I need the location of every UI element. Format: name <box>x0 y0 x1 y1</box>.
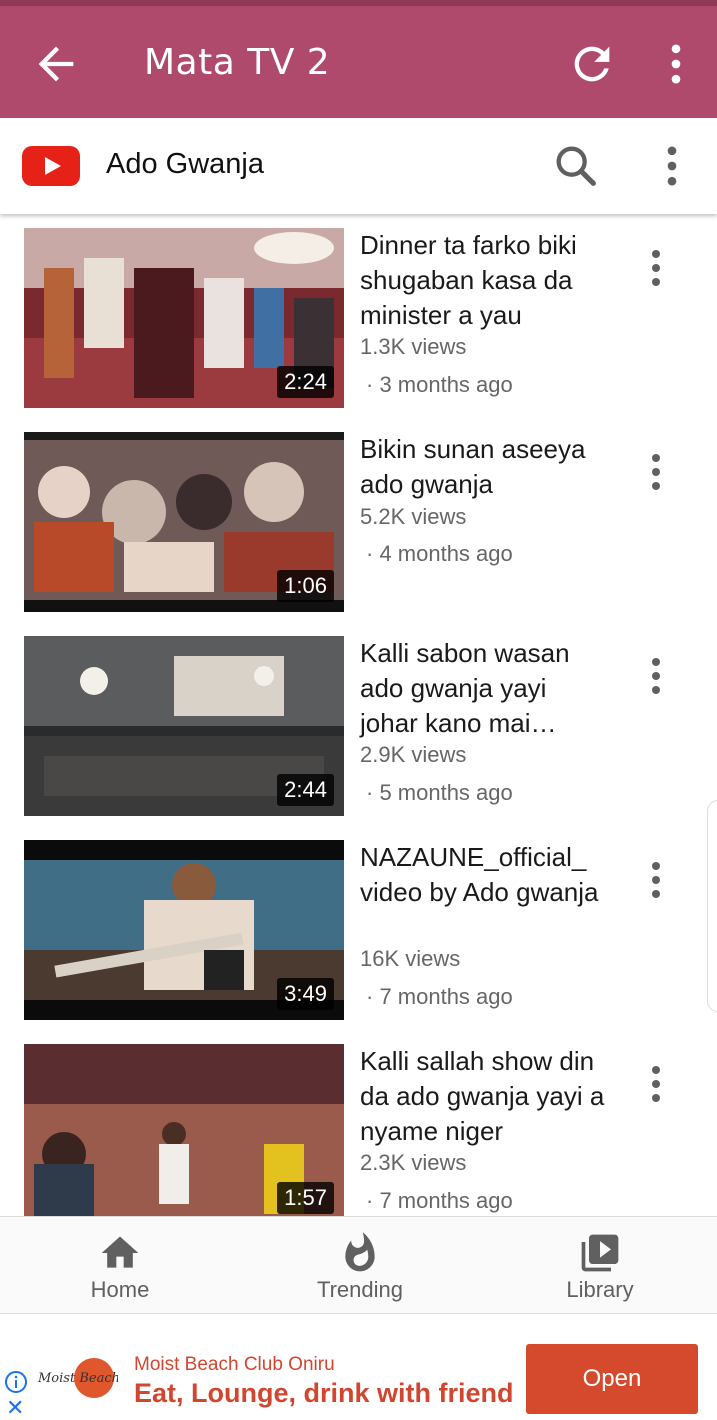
video-thumbnail[interactable]: 2:24 <box>24 228 344 408</box>
video-title[interactable]: Bikin sunan aseeya ado gwanja <box>360 432 610 502</box>
video-more-icon[interactable] <box>632 448 680 496</box>
video-item[interactable]: 1:06 Bikin sunan aseeya ado gwanja 5.2K … <box>0 418 717 622</box>
nav-home[interactable]: Home <box>40 1217 200 1313</box>
video-thumbnail[interactable]: 2:44 <box>24 636 344 816</box>
youtube-logo-icon <box>22 146 80 186</box>
video-upload-time: · 5 months ago <box>366 780 513 805</box>
nav-trending-label: Trending <box>316 1277 403 1302</box>
video-views: 5.2K views <box>360 504 467 529</box>
video-duration: 1:06 <box>277 570 334 602</box>
nav-library[interactable]: Library <box>520 1217 680 1313</box>
home-icon <box>101 1236 139 1268</box>
library-icon <box>581 1234 619 1272</box>
ad-headline: Eat, Lounge, drink with friend <box>134 1378 514 1408</box>
video-upload-time: · 4 months ago <box>366 541 513 566</box>
ad-open-button[interactable]: Open <box>526 1344 698 1414</box>
ad-banner[interactable]: ✕ Moist Beach Moist Beach Club Oniru Eat… <box>0 1330 717 1419</box>
video-more-icon[interactable] <box>632 652 680 700</box>
scroll-handle[interactable] <box>707 800 717 1012</box>
video-item[interactable]: 3:49 NAZAUNE_official_ video by Ado gwan… <box>0 826 717 1030</box>
channel-more-icon[interactable] <box>646 140 698 192</box>
video-upload-time: · 7 months ago <box>366 1188 513 1213</box>
video-item[interactable]: 1:57 Kalli sallah show din da ado gwanja… <box>0 1030 717 1216</box>
overflow-menu-icon[interactable] <box>650 38 702 90</box>
video-views: 2.3K views <box>360 1150 467 1175</box>
video-list[interactable]: 2:24 Dinner ta farko biki shugaban kasa … <box>0 214 717 1216</box>
video-duration: 2:44 <box>277 774 334 806</box>
ad-brand: Moist Beach Club Oniru <box>134 1354 335 1375</box>
ad-close-icon[interactable]: ✕ <box>6 1397 24 1419</box>
advertiser-logo: Moist Beach <box>37 1358 118 1398</box>
video-views: 1.3K views <box>360 334 467 359</box>
channel-name: Ado Gwanja <box>106 148 264 180</box>
back-arrow-icon[interactable] <box>30 38 82 90</box>
video-more-icon[interactable] <box>632 856 680 904</box>
video-duration: 1:57 <box>277 1182 334 1214</box>
bottom-navigation: Home Trending Library <box>0 1216 717 1314</box>
video-title[interactable]: Kalli sallah show din da ado gwanja yayi… <box>360 1044 610 1149</box>
video-views: 16K views <box>360 946 461 971</box>
video-item[interactable]: 2:44 Kalli sabon wasan ado gwanja yayi j… <box>0 622 717 826</box>
ad-info-icon[interactable] <box>4 1370 28 1394</box>
video-thumbnail[interactable]: 3:49 <box>24 840 344 1020</box>
channel-header: Ado Gwanja <box>0 118 717 214</box>
nav-home-label: Home <box>90 1277 150 1302</box>
video-upload-time: · 3 months ago <box>366 372 513 397</box>
video-thumbnail[interactable]: 1:57 <box>24 1044 344 1216</box>
video-upload-time: · 7 months ago <box>366 984 513 1009</box>
video-more-icon[interactable] <box>632 244 680 292</box>
video-item[interactable]: 2:24 Dinner ta farko biki shugaban kasa … <box>0 214 717 418</box>
video-title[interactable]: Dinner ta farko biki shugaban kasa da mi… <box>360 228 610 333</box>
nav-library-label: Library <box>566 1277 634 1302</box>
video-thumbnail[interactable]: 1:06 <box>24 432 344 612</box>
app-bar: Mata TV 2 <box>0 6 717 118</box>
search-icon[interactable] <box>550 140 602 192</box>
nav-trending[interactable]: Trending <box>280 1217 440 1313</box>
video-duration: 2:24 <box>277 366 334 398</box>
app-title: Mata TV 2 <box>144 42 331 83</box>
flame-icon <box>345 1232 375 1272</box>
advertiser-logo-text: Moist Beach <box>37 1371 118 1386</box>
video-title[interactable]: NAZAUNE_official_ video by Ado gwanja <box>360 840 610 910</box>
video-more-icon[interactable] <box>632 1060 680 1108</box>
video-duration: 3:49 <box>277 978 334 1010</box>
video-title[interactable]: Kalli sabon wasan ado gwanja yayi johar … <box>360 636 610 741</box>
refresh-icon[interactable] <box>566 38 618 90</box>
video-views: 2.9K views <box>360 742 467 767</box>
